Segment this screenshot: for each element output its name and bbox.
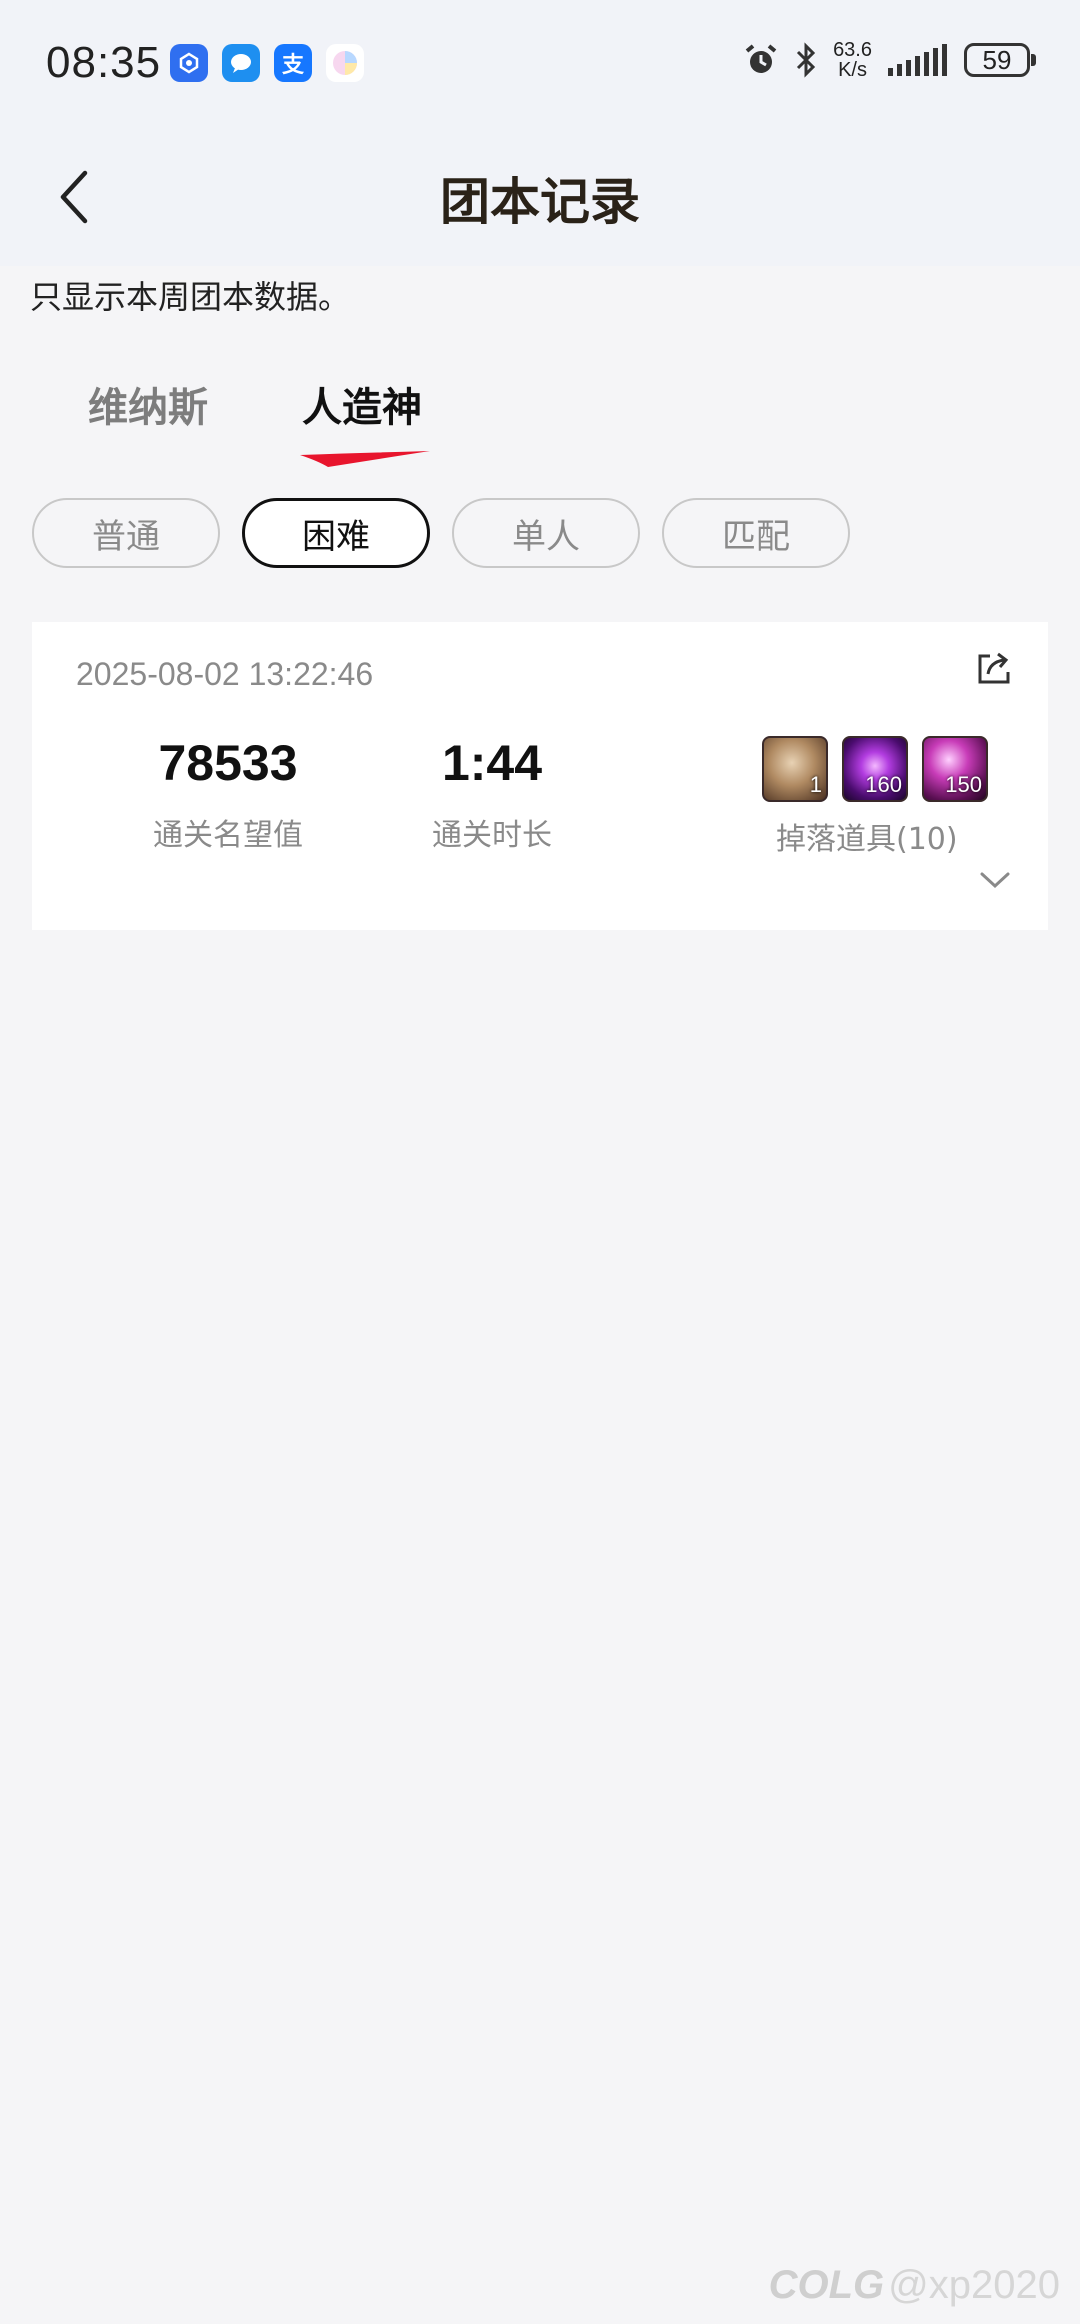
alipay-glyph: 支 bbox=[281, 52, 304, 77]
notification-icons: 支 bbox=[170, 44, 364, 82]
chip-hard[interactable]: 困难 bbox=[242, 498, 430, 568]
status-time: 08:35 bbox=[46, 38, 162, 87]
signal-icon bbox=[888, 44, 947, 76]
duration-value: 1:44 bbox=[441, 735, 543, 791]
purple-orb-item-icon[interactable]: 160 bbox=[842, 736, 908, 802]
reputation-label: 通关名望值 bbox=[153, 818, 303, 853]
drop-count: 1 bbox=[809, 772, 822, 797]
active-tab-indicator bbox=[300, 451, 430, 467]
alarm-icon bbox=[745, 44, 777, 73]
watermark: COLG @xp2020 bbox=[769, 2263, 1060, 2308]
watermark-brand: COLG bbox=[768, 2263, 885, 2307]
tab-artificial-god[interactable]: 人造神 bbox=[302, 375, 422, 433]
battery-level: 59 bbox=[982, 44, 1012, 75]
chat-icon bbox=[222, 44, 260, 82]
duration-stat: 1:44 通关时长 bbox=[362, 734, 622, 854]
drop-count: 160 bbox=[865, 772, 902, 797]
drop-count: 150 bbox=[945, 772, 982, 797]
net-speed-unit: K/s bbox=[838, 59, 867, 81]
chip-solo[interactable]: 单人 bbox=[452, 498, 640, 568]
bluetooth-icon bbox=[797, 42, 816, 78]
reputation-stat: 78533 通关名望值 bbox=[98, 734, 358, 854]
tab-venus[interactable]: 维纳斯 bbox=[88, 375, 208, 433]
chip-normal[interactable]: 普通 bbox=[32, 498, 220, 568]
alipay-icon: 支 bbox=[274, 44, 312, 82]
week-data-notice: 只显示本周团本数据。 bbox=[30, 278, 351, 316]
reputation-value: 78533 bbox=[158, 735, 298, 791]
net-speed-value: 63.6 bbox=[833, 39, 872, 61]
battery-icon: 59 bbox=[964, 43, 1036, 77]
page-title: 团本记录 bbox=[440, 173, 640, 231]
app-blue-icon bbox=[170, 44, 208, 82]
raid-tabs: 维纳斯 人造神 bbox=[0, 365, 1080, 475]
net-speed: 63.6 K/s bbox=[833, 40, 872, 80]
chip-match[interactable]: 匹配 bbox=[662, 498, 850, 568]
drops-label: 掉落道具(10) bbox=[776, 822, 958, 857]
difficulty-filter: 普通 困难 单人 匹配 bbox=[32, 498, 850, 568]
record-datetime: 2025-08-02 13:22:46 bbox=[76, 656, 374, 692]
top-app-bar: 团本记录 bbox=[0, 128, 1080, 266]
raid-record-card[interactable]: 2025-08-02 13:22:46 78533 通关名望值 1:44 通关时… bbox=[32, 622, 1048, 930]
status-right: 63.6 K/s 59 bbox=[743, 40, 1036, 80]
share-icon[interactable] bbox=[974, 648, 1014, 688]
color-ball-icon bbox=[326, 44, 364, 82]
drop-items: 1 160 150 bbox=[762, 736, 988, 802]
watermark-handle: @xp2020 bbox=[888, 2263, 1060, 2307]
status-bar: 08:35 支 63.6 K/s 59 bbox=[0, 0, 1080, 128]
purple-crystal-item-icon[interactable]: 150 bbox=[922, 736, 988, 802]
cloth-bag-item-icon[interactable]: 1 bbox=[762, 736, 828, 802]
chevron-down-icon[interactable] bbox=[978, 868, 1012, 892]
duration-label: 通关时长 bbox=[432, 818, 552, 853]
